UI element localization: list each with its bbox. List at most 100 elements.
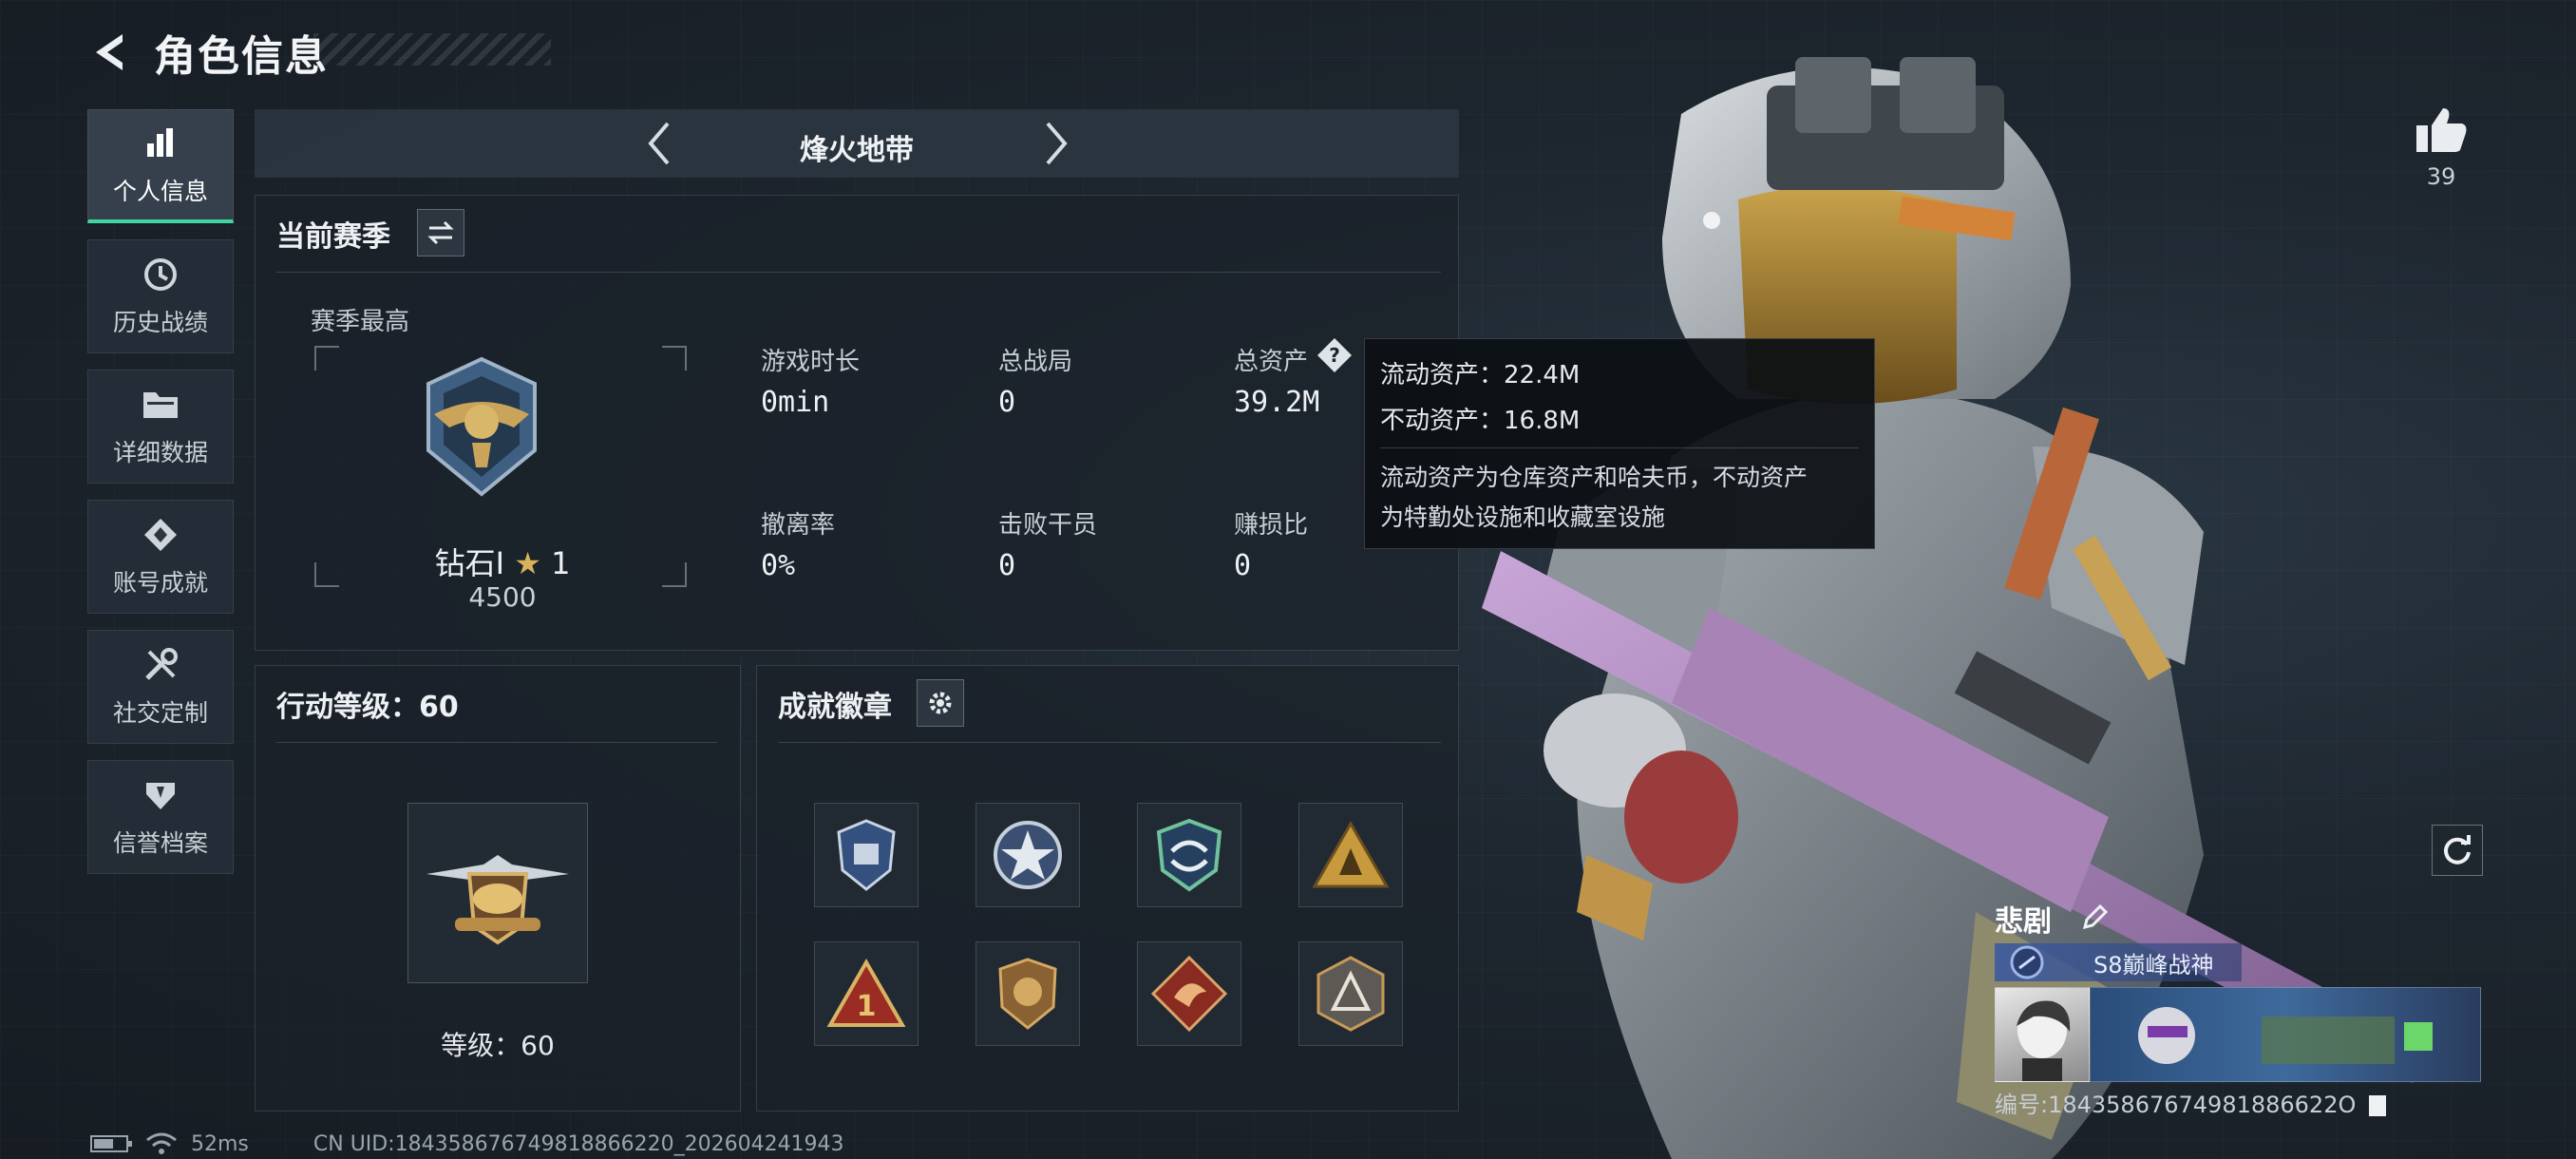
badge-settings-button[interactable] — [917, 679, 964, 727]
sidebar-item-label: 详细数据 — [112, 439, 208, 466]
stat-value: 0 — [998, 386, 1016, 419]
badge-green-arrows-icon[interactable] — [1137, 803, 1241, 907]
level-text: 等级：60 — [441, 1030, 555, 1061]
back-button[interactable] — [85, 28, 133, 76]
player-id: 编号:18435867674981886622O — [1995, 1086, 2387, 1119]
rank-score: 4500 — [468, 581, 537, 613]
rank-star-icon: ★ — [514, 545, 541, 581]
chevron-right-icon — [1046, 122, 1068, 165]
player-title-text: S8巅峰战神 — [2093, 951, 2214, 978]
stat-label: 总战局 — [998, 348, 1073, 376]
achievement-icon — [141, 515, 180, 555]
rank-name-row: 钻石I ★ 1 — [331, 540, 673, 583]
sidebar-item-reputation[interactable]: 信誉档案 — [87, 760, 234, 874]
like-count: 39 — [2426, 163, 2456, 190]
title-badge-icon — [2010, 945, 2044, 979]
frame-corner — [314, 346, 339, 370]
sidebar-item-label: 社交定制 — [112, 699, 208, 727]
svg-text:?: ? — [1329, 344, 1340, 367]
player-banner[interactable] — [2090, 987, 2481, 1082]
action-level-title: 行动等级：60 — [276, 691, 459, 724]
tooltip-fixed-assets: 不动资产：16.8M — [1380, 407, 1581, 435]
help-icon: ? — [1317, 338, 1352, 372]
badge-bronze-lion-icon[interactable] — [975, 941, 1080, 1046]
stat-label: 赚损比 — [1234, 511, 1309, 540]
badge-dragon-diamond-icon[interactable] — [1137, 941, 1241, 1046]
stat-label: 总资产 — [1234, 348, 1309, 376]
swap-icon — [427, 220, 454, 245]
stat-value: 0 — [998, 549, 1016, 582]
thumbs-up-icon — [2416, 108, 2467, 152]
asset-help-button[interactable]: ? — [1316, 336, 1354, 374]
season-panel: 当前赛季 赛季最高 钻石I ★ 1 4500 游戏时长 0min 总战局 0 总… — [255, 195, 1459, 651]
sidebar-item-label: 历史战绩 — [112, 309, 208, 336]
player-name: 悲剧 — [1995, 905, 2052, 939]
action-level-panel: 行动等级：60 等级：60 — [255, 665, 741, 1112]
badges-title: 成就徽章 — [778, 691, 892, 724]
badge-grey-hex-icon[interactable] — [1298, 941, 1403, 1046]
tooltip-description-line: 流动资产为仓库资产和哈夫币，不动资产 — [1380, 464, 1809, 491]
uid-text: CN UID:184358676749818866220_20260424194… — [313, 1131, 844, 1156]
sidebar-item-label: 个人信息 — [112, 177, 208, 205]
title-decoration — [313, 33, 551, 66]
back-arrow-icon — [96, 34, 123, 70]
mode-selector: 烽火地带 — [255, 109, 1459, 178]
stat-label: 游戏时长 — [761, 348, 861, 376]
stat-label: 击败干员 — [998, 511, 1098, 540]
stat-value: 0% — [761, 549, 796, 582]
mode-name: 烽火地带 — [800, 134, 914, 167]
rank-stars: 1 — [551, 545, 571, 581]
refresh-icon — [2444, 835, 2471, 864]
svg-text:1: 1 — [857, 990, 877, 1023]
divider — [276, 272, 1441, 273]
tools-icon — [141, 645, 180, 685]
status-bar: 52ms CN UID:184358676749818866220_202604… — [90, 1130, 844, 1157]
sidebar-item-label: 账号成就 — [112, 569, 208, 597]
folder-icon — [141, 385, 180, 425]
shield-icon — [141, 775, 180, 815]
stat-label: 撤离率 — [761, 511, 836, 540]
gear-icon — [929, 692, 952, 714]
sidebar-item-detailed-data[interactable]: 详细数据 — [87, 370, 234, 484]
sidebar-item-achievements[interactable]: 账号成就 — [87, 500, 234, 614]
stat-value: 39.2M — [1234, 386, 1320, 419]
switch-season-button[interactable] — [417, 209, 464, 256]
battery-icon — [90, 1135, 132, 1152]
like-widget[interactable]: 39 — [2411, 104, 2472, 190]
divider — [778, 742, 1441, 743]
divider — [276, 742, 717, 743]
ping-text: 52ms — [191, 1131, 249, 1156]
badge-star-circle-icon[interactable] — [975, 803, 1080, 907]
helicopter-emblem-icon — [426, 855, 569, 945]
stat-value: 0 — [1234, 549, 1252, 582]
badge-blue-shield-icon[interactable] — [814, 803, 919, 907]
sidebar-item-history[interactable]: 历史战绩 — [87, 239, 234, 353]
season-best-label: 赛季最高 — [311, 308, 410, 336]
pencil-icon — [2082, 903, 2109, 930]
bar-chart-icon — [141, 124, 180, 163]
page-header: 角色信息 — [85, 24, 329, 81]
copy-icon[interactable] — [2369, 1095, 2387, 1116]
player-title-tag: S8巅峰战神 — [1995, 943, 2242, 981]
badge-red-triangle-icon[interactable]: 1 — [814, 941, 919, 1046]
rank-emblem-icon — [415, 355, 548, 502]
sidebar-item-social-custom[interactable]: 社交定制 — [87, 630, 234, 744]
rank-name: 钻石I — [434, 545, 505, 581]
mode-next-button[interactable] — [1030, 117, 1083, 170]
avatar[interactable] — [1995, 987, 2090, 1082]
history-icon — [141, 255, 180, 294]
refresh-button[interactable] — [2432, 825, 2483, 876]
sidebar-nav: 个人信息 历史战绩 详细数据 账号成就 社交定制 信誉档案 — [87, 109, 234, 890]
divider — [1380, 447, 1859, 448]
edit-name-button[interactable] — [2076, 898, 2114, 936]
badges-panel: 成就徽章 1 — [756, 665, 1459, 1112]
sidebar-item-personal-info[interactable]: 个人信息 — [87, 109, 234, 223]
page-title: 角色信息 — [154, 32, 329, 81]
wifi-icon — [146, 1132, 177, 1154]
frame-corner — [662, 346, 687, 370]
player-id-text: 编号:18435867674981886622O — [1995, 1092, 2357, 1118]
level-emblem — [407, 803, 588, 983]
asset-tooltip: 流动资产：22.4M 不动资产：16.8M 流动资产为仓库资产和哈夫币，不动资产… — [1364, 338, 1875, 549]
badge-gold-triangle-icon[interactable] — [1298, 803, 1403, 907]
season-title: 当前赛季 — [276, 220, 390, 254]
